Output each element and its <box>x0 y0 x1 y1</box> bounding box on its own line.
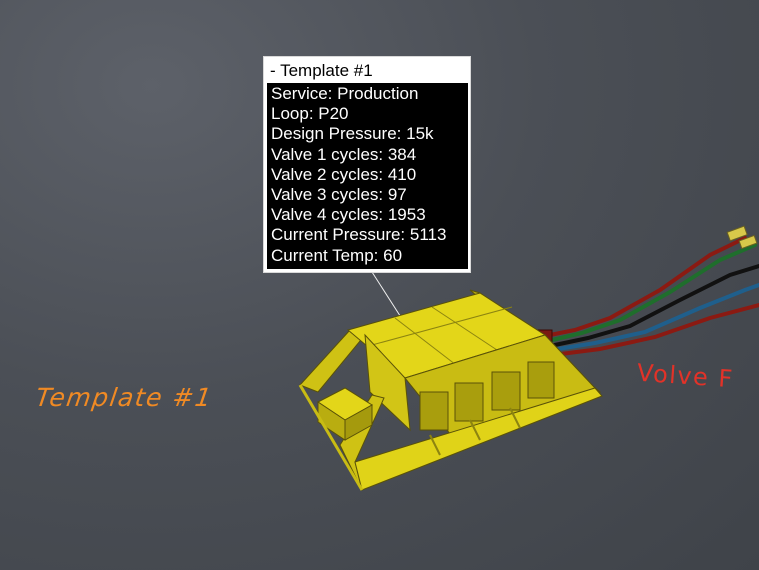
tooltip-line-current-temp: Current Temp: 60 <box>271 245 403 265</box>
tooltip-line-design-pressure: Design Pressure: 15k <box>271 124 434 144</box>
template-info-tooltip: - Template #1 Service: Production Loop: … <box>263 56 471 273</box>
tooltip-line-service: Service: Production <box>271 84 419 103</box>
tooltip-title[interactable]: - Template #1 <box>267 59 468 83</box>
tooltip-line-valve-3-cycles: Valve 3 cycles: 97 <box>271 185 407 205</box>
tooltip-line-valve-1-cycles: Valve 1 cycles: 384 <box>271 144 417 164</box>
tooltip-line-valve-2-cycles: Valve 2 cycles: 410 <box>271 164 417 184</box>
tooltip-line-valve-4-cycles: Valve 4 cycles: 1953 <box>271 205 426 225</box>
pipe-red-upper <box>543 236 747 338</box>
pipe-bundle[interactable] <box>543 236 759 357</box>
template-scene-label[interactable]: Template #1 <box>34 383 215 412</box>
tooltip-line-current-pressure: Current Pressure: 5113 <box>271 225 447 245</box>
template-structure-model[interactable] <box>298 289 603 491</box>
tooltip-leader-line <box>371 271 405 323</box>
tooltip-details: Service: Production Loop: P20 Design Pre… <box>267 83 468 269</box>
tooltip-line-loop: Loop: P20 <box>271 104 349 124</box>
